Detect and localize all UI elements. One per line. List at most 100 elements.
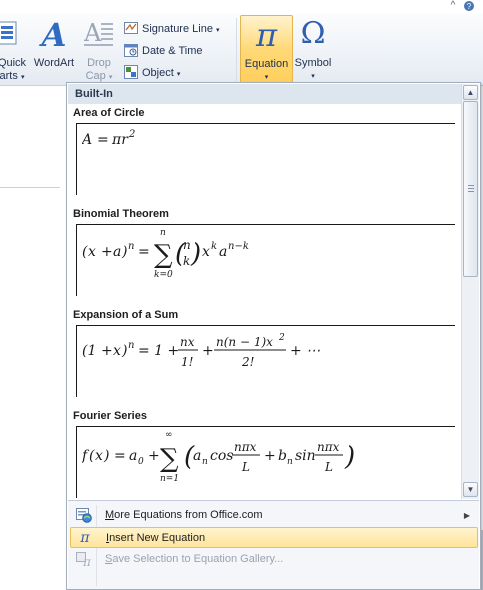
svg-text:x: x [113, 343, 121, 359]
document-page[interactable] [0, 187, 60, 590]
svg-text:(1: (1 [82, 343, 96, 359]
equation-item-expansion-of-a-sum[interactable]: Expansion of a Sum (1 + x ) n = 1 + nx 1… [68, 309, 461, 409]
equation-item-fourier-series[interactable]: Fourier Series f ( x ) = a 0 + ∞ ∑ n=1 (… [68, 410, 461, 500]
equation-item-binomial-theorem[interactable]: Binomial Theorem ( x + a ) n = n ∑ k=0 (… [68, 208, 461, 308]
svg-text:): ) [190, 239, 201, 269]
equation-preview[interactable]: f ( x ) = a 0 + ∞ ∑ n=1 ( a n cos nπx L … [76, 426, 455, 498]
svg-text:+: + [264, 448, 276, 464]
object-icon [124, 65, 138, 79]
equation-title: Area of Circle [73, 107, 145, 119]
equation-preview[interactable]: ( x + a ) n = n ∑ k=0 ( n k ) x k a n−k [76, 224, 455, 296]
ribbon-group-separator [236, 18, 237, 82]
equation-formula: (1 + x ) n = 1 + nx 1! + n(n − 1)x 2 2! … [82, 333, 320, 369]
svg-text:x: x [95, 448, 103, 464]
svg-text:A: A [82, 132, 92, 148]
signature-line-label: Signature Line [142, 23, 213, 35]
svg-text:+: + [101, 343, 113, 359]
svg-text:L: L [324, 460, 333, 474]
svg-text:n−k: n−k [228, 241, 249, 252]
svg-text:n: n [202, 457, 208, 467]
gallery-menu: More Equations from Office.com ▶ π Inser… [68, 500, 479, 589]
svg-text:=: = [114, 448, 126, 464]
svg-text:2: 2 [278, 333, 285, 343]
quick-parts-button[interactable]: Quick arts ▾ [0, 14, 30, 84]
drop-cap-label-1: Drop [87, 57, 111, 69]
chevron-down-icon: ▾ [311, 73, 315, 80]
pi-icon: π [80, 530, 90, 546]
svg-text:a: a [193, 448, 201, 464]
svg-text:): ) [103, 448, 109, 464]
svg-text:a: a [113, 244, 121, 260]
signature-line-button[interactable]: Signature Line ▾ [124, 19, 236, 39]
equation-gallery-list: Area of Circle A = πr 2 Binomial Theorem… [68, 104, 461, 500]
insert-new-equation-menu-item[interactable]: π Insert New Equation [70, 527, 478, 548]
svg-text:n(n − 1)x: n(n − 1)x [216, 335, 273, 349]
save-to-gallery-icon: π [76, 552, 92, 567]
equation-title: Binomial Theorem [73, 208, 169, 220]
office-online-icon [76, 508, 92, 523]
submenu-arrow-icon: ▶ [463, 511, 470, 520]
svg-text:=: = [97, 132, 109, 148]
svg-text:∞: ∞ [165, 430, 173, 440]
svg-text:n: n [287, 457, 293, 467]
minimize-ribbon-icon[interactable]: ^ [446, 0, 460, 12]
quick-parts-label-2: arts ▾ [0, 70, 25, 82]
svg-text:+ ⋯: + ⋯ [290, 343, 320, 359]
equation-title: Fourier Series [73, 410, 147, 422]
svg-text:= 1 +: = 1 + [138, 343, 179, 359]
svg-text:k=0: k=0 [154, 270, 173, 280]
object-button[interactable]: Object ▾ [124, 63, 236, 83]
svg-text:k: k [211, 241, 217, 252]
equation-button[interactable]: π Equation ▾ [240, 15, 293, 83]
window-title-strip: ^ ? [0, 0, 483, 14]
svg-text:π: π [82, 555, 92, 567]
svg-text:n: n [128, 241, 134, 252]
signature-line-icon [124, 22, 138, 34]
svg-text:πr: πr [111, 132, 129, 148]
scroll-up-icon[interactable]: ▲ [463, 85, 478, 100]
svg-text:b: b [278, 448, 287, 464]
equation-item-area-of-circle[interactable]: Area of Circle A = πr 2 [68, 107, 461, 207]
svg-text:2!: 2! [241, 355, 255, 369]
svg-text:): ) [121, 343, 127, 359]
more-equations-menu-item[interactable]: More Equations from Office.com ▶ [70, 505, 478, 526]
scrollbar-thumb[interactable] [463, 101, 478, 277]
more-equations-label: ore Equations from Office.com [114, 509, 263, 521]
gallery-section-header: Built-In [68, 84, 461, 104]
svg-text:nx: nx [180, 335, 195, 349]
drop-cap-button[interactable]: A Drop Cap ▾ [80, 14, 118, 84]
symbol-button[interactable]: Ω Symbol ▾ [293, 14, 333, 84]
wordart-label: WordArt [33, 57, 75, 69]
gallery-scrollbar[interactable]: ▲ ▼ [461, 84, 479, 499]
chevron-down-icon: ▾ [216, 27, 220, 34]
svg-text:a: a [129, 448, 137, 464]
equation-title: Expansion of a Sum [73, 309, 179, 321]
svg-text:0: 0 [138, 457, 144, 467]
svg-text:L: L [241, 460, 250, 474]
svg-text:A: A [39, 18, 66, 52]
equation-label: Equation [244, 58, 289, 70]
svg-text:): ) [344, 442, 355, 472]
equation-preview[interactable]: A = πr 2 [76, 123, 455, 195]
svg-text:x: x [88, 244, 96, 260]
save-selection-menu-item[interactable]: π Save Selection to Equation Gallery... [70, 549, 478, 570]
equation-preview[interactable]: (1 + x ) n = 1 + nx 1! + n(n − 1)x 2 2! … [76, 325, 455, 397]
pi-icon: π [255, 16, 278, 54]
svg-text:+: + [202, 343, 214, 359]
help-icon[interactable]: ? [462, 0, 476, 12]
date-time-button[interactable]: Date & Time [124, 41, 236, 61]
chevron-down-icon: ▾ [176, 71, 181, 78]
svg-text:∑: ∑ [154, 240, 173, 270]
equation-gallery-dropdown: Built-In Area of Circle A = πr 2 Binomia… [66, 82, 481, 590]
svg-text:+: + [148, 448, 160, 464]
svg-text:k: k [183, 254, 190, 268]
calendar-icon [124, 44, 138, 57]
svg-text:A: A [84, 19, 102, 47]
grip-icon [468, 185, 474, 192]
wordart-button[interactable]: A WordArt [31, 14, 77, 84]
svg-text:∑: ∑ [160, 444, 179, 474]
scroll-down-icon[interactable]: ▼ [463, 482, 478, 497]
object-label: Object [142, 67, 174, 79]
svg-text:): ) [121, 244, 127, 260]
quick-parts-icon [0, 21, 17, 45]
